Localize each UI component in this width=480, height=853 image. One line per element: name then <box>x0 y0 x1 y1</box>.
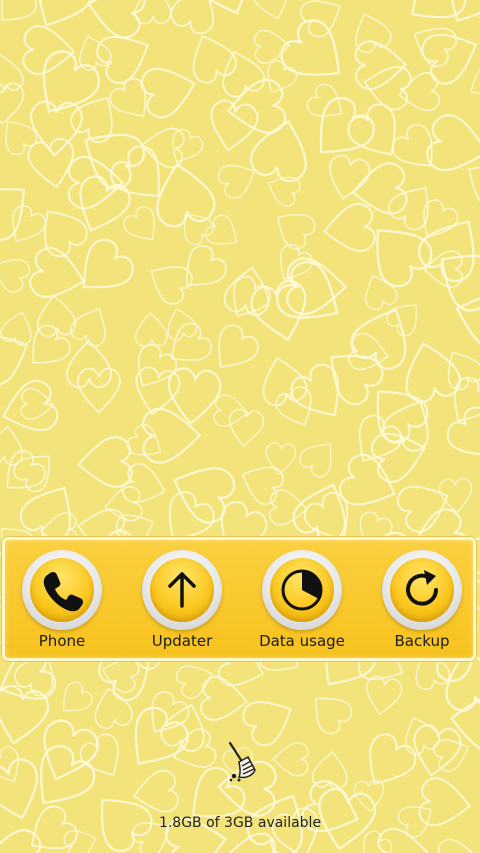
phone-app[interactable]: Phone <box>7 550 117 660</box>
backup-app-label: Backup <box>394 632 450 650</box>
app-dock: Phone Updater Data usage Backup <box>2 537 476 661</box>
pie-chart-icon <box>262 550 342 630</box>
heart-pattern-wallpaper <box>0 0 480 853</box>
backup-app[interactable]: Backup <box>367 550 477 660</box>
phone-app-label: Phone <box>38 632 86 650</box>
arrow-up-icon <box>142 550 222 630</box>
refresh-icon <box>382 550 462 630</box>
updater-app[interactable]: Updater <box>127 550 237 660</box>
data-usage-app-label: Data usage <box>259 632 345 650</box>
broom-icon[interactable] <box>226 740 258 782</box>
data-usage-app[interactable]: Data usage <box>247 550 357 660</box>
storage-status: 1.8GB of 3GB available <box>158 815 322 831</box>
updater-app-label: Updater <box>151 632 213 650</box>
phone-icon <box>22 550 102 630</box>
